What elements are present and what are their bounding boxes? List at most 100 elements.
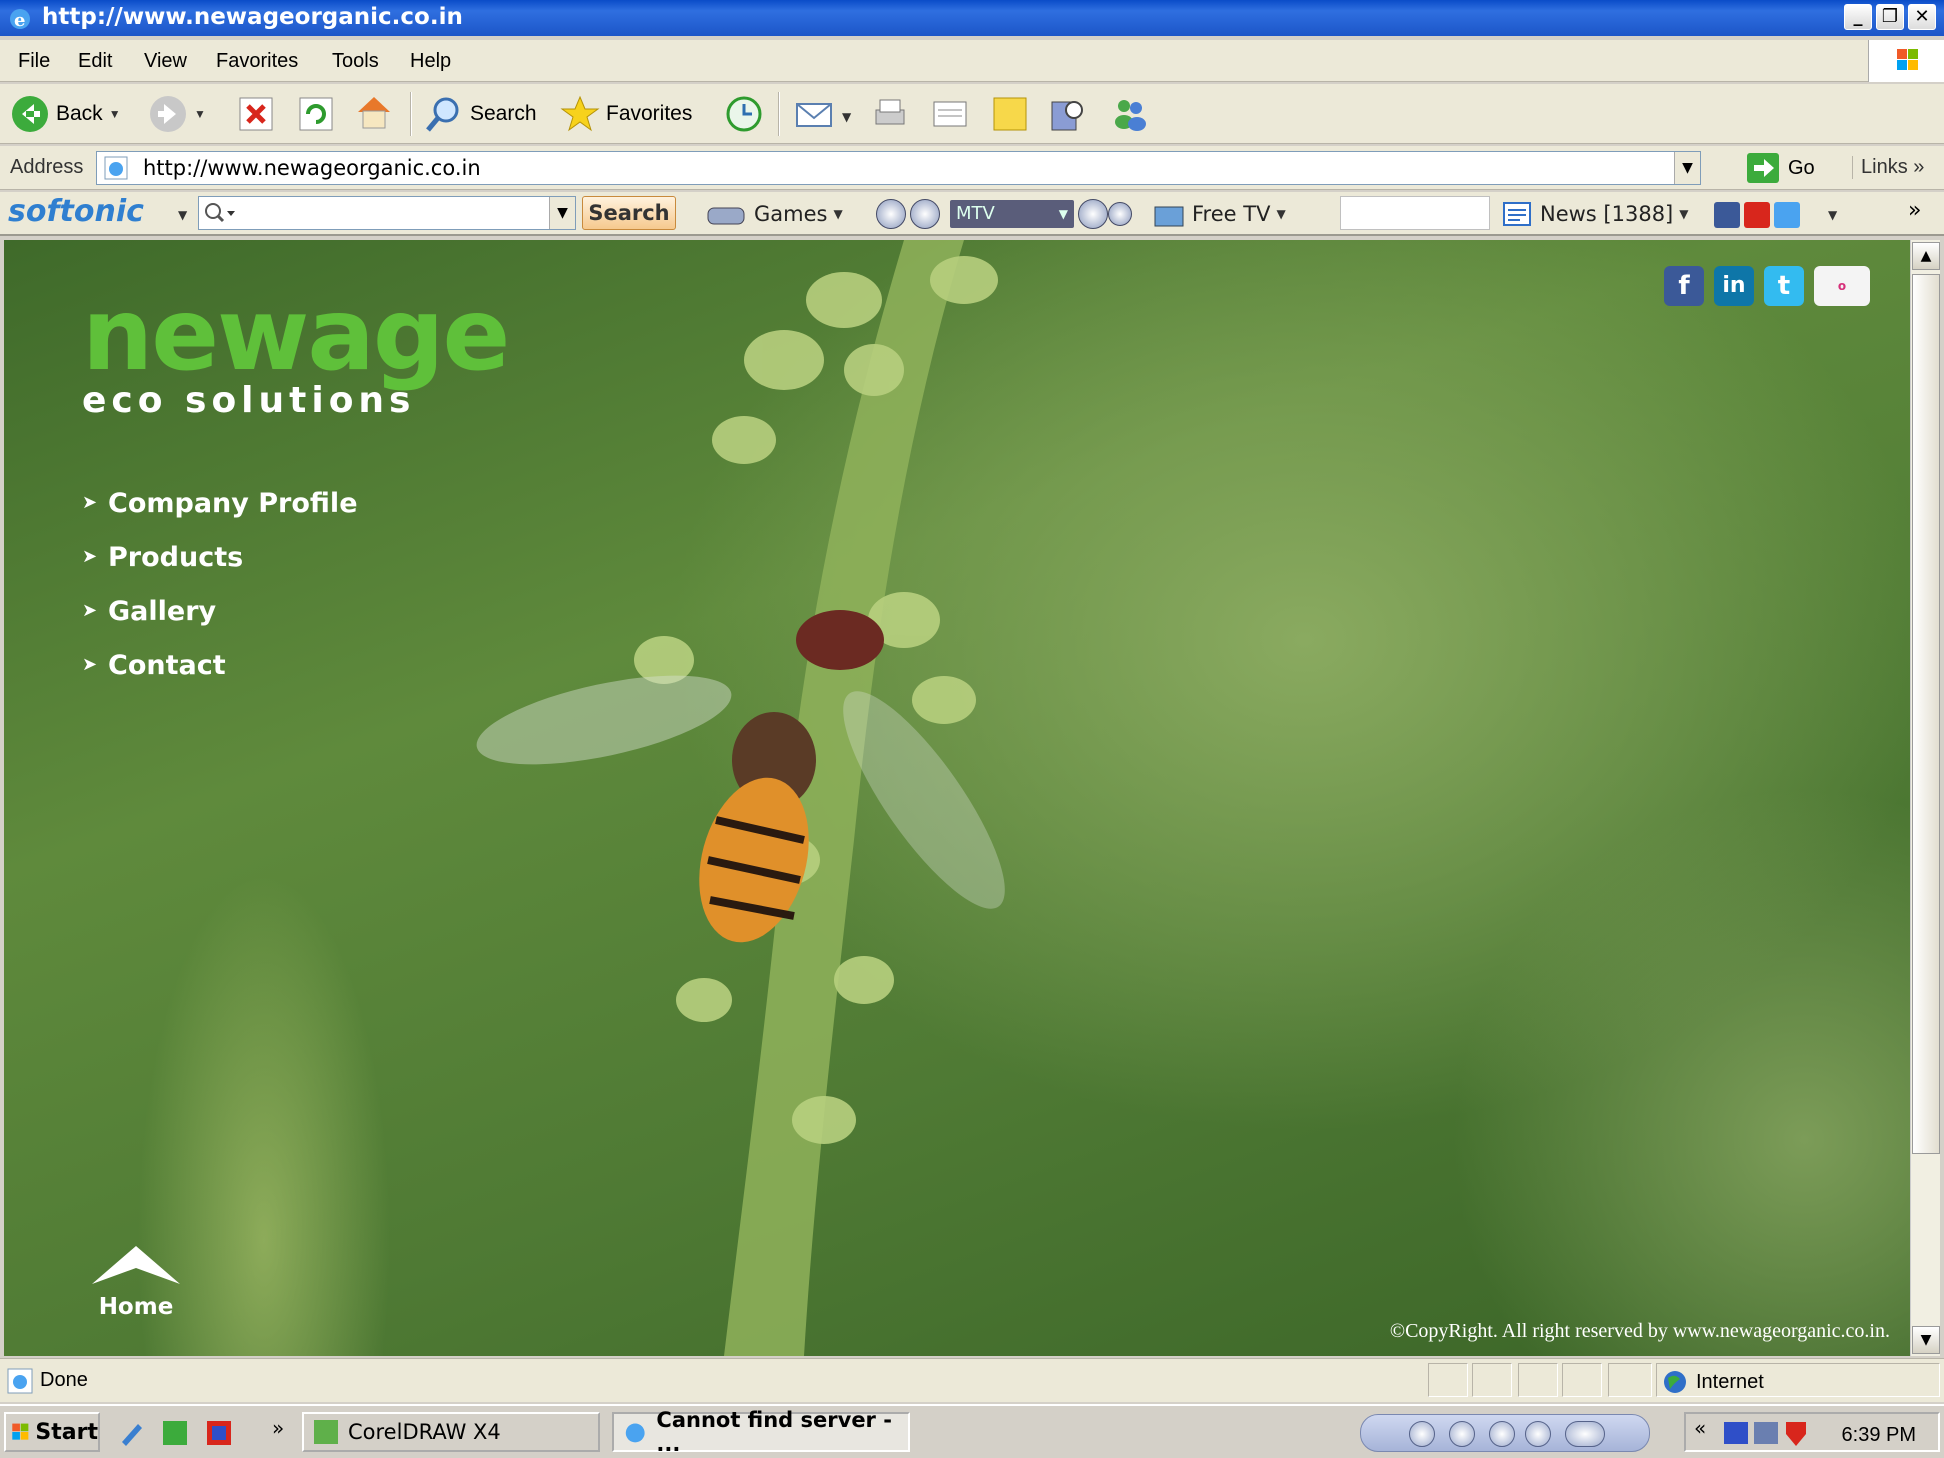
nav-contact[interactable]: ➤ Contact: [82, 638, 358, 692]
status-text: Done: [40, 1369, 88, 1391]
search-button[interactable]: Search: [424, 90, 537, 138]
mute-button[interactable]: [1108, 202, 1132, 226]
nav-label: Products: [108, 541, 244, 573]
menu-bar: File Edit View Favorites Tools Help: [0, 40, 1944, 82]
vertical-scrollbar[interactable]: ▲ ▼: [1910, 240, 1940, 1356]
nav-gallery[interactable]: ➤ Gallery: [82, 584, 358, 638]
address-dropdown-icon[interactable]: ▼: [1674, 152, 1700, 184]
stop-media-icon[interactable]: [1449, 1421, 1475, 1447]
site-nav: ➤ Company Profile ➤ Products ➤ Gallery ➤…: [82, 476, 358, 692]
address-bar: Address http://www.newageorganic.co.in ▼…: [0, 146, 1944, 190]
volume-button[interactable]: [1078, 199, 1108, 229]
back-dropdown-icon[interactable]: ▼: [109, 107, 121, 121]
mail-icon[interactable]: [794, 94, 834, 134]
discuss-icon[interactable]: [990, 94, 1030, 134]
window-title: http://www.newageorganic.co.in: [42, 4, 463, 30]
quicklaunch-app-icon[interactable]: [204, 1418, 234, 1448]
start-button[interactable]: Start: [4, 1412, 100, 1452]
links-button[interactable]: Links »: [1852, 156, 1924, 179]
nav-products[interactable]: ➤ Products: [82, 530, 358, 584]
address-label: Address: [10, 156, 84, 178]
free-tv-button[interactable]: Free TV ▼: [1152, 200, 1286, 228]
hoverfly-icon: [476, 610, 1005, 943]
menu-favorites[interactable]: Favorites: [216, 50, 298, 73]
nav-arrow-icon: ➤: [82, 654, 98, 675]
print-icon[interactable]: [870, 94, 910, 134]
messenger-icon[interactable]: [1110, 94, 1150, 134]
windows-flag-icon: [12, 1423, 29, 1440]
svg-text:e: e: [14, 10, 25, 31]
close-button[interactable]: ✕: [1908, 4, 1936, 30]
webpage-viewport: newage eco solutions ➤ Company Profile ➤…: [4, 240, 1910, 1356]
media-player-mini[interactable]: [1360, 1414, 1650, 1452]
games-dropdown-icon[interactable]: ▼: [833, 207, 842, 221]
back-arrow-icon: [12, 96, 48, 132]
address-input[interactable]: http://www.newageorganic.co.in ▼: [96, 151, 1701, 185]
scroll-thumb[interactable]: [1912, 274, 1940, 1154]
coreldraw-icon: [314, 1420, 338, 1444]
news-button[interactable]: News [1388] ▼: [1500, 200, 1688, 228]
clock: 6:39 PM: [1841, 1424, 1916, 1446]
edit-icon[interactable]: [930, 94, 970, 134]
refresh-icon[interactable]: [296, 94, 336, 134]
chevron-more-icon[interactable]: »: [1908, 198, 1921, 223]
scroll-down-icon[interactable]: ▼: [1912, 1326, 1940, 1354]
softonic-search-input[interactable]: ▼: [198, 196, 576, 230]
home-link[interactable]: Home: [88, 1242, 184, 1320]
social-toolbar-icon[interactable]: [1712, 200, 1802, 230]
menu-view[interactable]: View: [144, 50, 187, 73]
softonic-search-button[interactable]: Search: [582, 196, 676, 230]
menu-help[interactable]: Help: [410, 50, 451, 73]
task-coreldraw[interactable]: CorelDRAW X4: [302, 1412, 600, 1452]
home-icon[interactable]: [354, 92, 394, 132]
nav-label: Company Profile: [108, 487, 358, 519]
menu-tools[interactable]: Tools: [332, 50, 379, 73]
nav-arrow-icon: ➤: [82, 492, 98, 513]
back-button[interactable]: Back ▼: [10, 90, 121, 138]
forward-dropdown-icon[interactable]: ▼: [194, 107, 206, 121]
softonic-logo[interactable]: softonic: [8, 194, 144, 229]
nav-company-profile[interactable]: ➤ Company Profile: [82, 476, 358, 530]
tray-icons[interactable]: [1722, 1418, 1812, 1448]
softonic-search-dropdown-icon[interactable]: ▼: [549, 197, 575, 229]
history-icon[interactable]: [724, 94, 764, 134]
softonic-dropdown-icon[interactable]: ▼: [178, 208, 187, 222]
facebook-icon[interactable]: f: [1664, 266, 1704, 306]
quicklaunch-more-icon[interactable]: »: [272, 1416, 284, 1440]
orkut-icon[interactable]: o: [1814, 266, 1870, 306]
menu-edit[interactable]: Edit: [78, 50, 112, 73]
task-ie[interactable]: Cannot find server - ...: [612, 1408, 910, 1456]
news-dropdown-icon[interactable]: ▼: [1679, 207, 1688, 221]
forward-button[interactable]: ▼: [148, 90, 206, 138]
radio-stop-button[interactable]: [876, 199, 906, 229]
quicklaunch-corel-icon[interactable]: [160, 1418, 190, 1448]
pause-icon[interactable]: [1409, 1421, 1435, 1447]
radio-station-select[interactable]: MTV ▼: [950, 200, 1074, 228]
restore-button[interactable]: ❐: [1876, 4, 1904, 30]
stop-icon[interactable]: [236, 94, 276, 134]
quicklaunch-pen-icon[interactable]: [116, 1418, 146, 1448]
security-zone: Internet: [1662, 1369, 1764, 1395]
softonic-blank-field[interactable]: [1340, 196, 1490, 230]
favorites-button[interactable]: Favorites: [560, 90, 692, 138]
magnifier-icon: [205, 203, 235, 223]
research-icon[interactable]: [1048, 94, 1088, 134]
go-button[interactable]: Go: [1746, 152, 1815, 184]
next-icon[interactable]: [1525, 1421, 1551, 1447]
title-bar: e http://www.newageorganic.co.in _ ❐ ✕: [0, 0, 1944, 36]
menu-file[interactable]: File: [18, 50, 50, 73]
standard-toolbar: Back ▼ ▼ Search Favorites ▼: [0, 84, 1944, 144]
social-dropdown-icon[interactable]: ▼: [1828, 208, 1837, 222]
free-tv-dropdown-icon[interactable]: ▼: [1276, 207, 1285, 221]
twitter-icon[interactable]: t: [1764, 266, 1804, 306]
mail-dropdown-icon[interactable]: ▼: [842, 110, 851, 124]
games-button[interactable]: Games ▼: [704, 200, 843, 228]
volume-icon[interactable]: [1565, 1421, 1605, 1447]
radio-play-button[interactable]: [910, 199, 940, 229]
minimize-button[interactable]: _: [1844, 4, 1872, 30]
scroll-up-icon[interactable]: ▲: [1912, 242, 1940, 270]
previous-icon[interactable]: [1489, 1421, 1515, 1447]
newage-logo[interactable]: newage eco solutions: [82, 285, 510, 422]
games-label: Games: [754, 202, 828, 226]
linkedin-icon[interactable]: in: [1714, 266, 1754, 306]
